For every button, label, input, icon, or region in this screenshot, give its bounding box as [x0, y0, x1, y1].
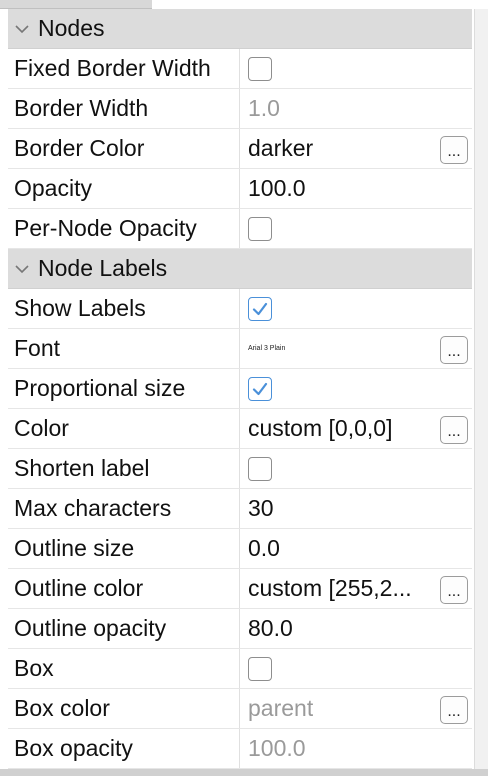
chevron-down-icon[interactable] [14, 21, 30, 37]
property-value: 100.0 [240, 729, 472, 768]
property-value: 1.0 [240, 89, 472, 128]
property-label: Color [8, 409, 240, 448]
property-value[interactable] [240, 369, 472, 408]
section-header-node-labels[interactable]: Node Labels [8, 249, 472, 289]
property-row-outline-opacity: Outline opacity 80.0 [8, 609, 472, 649]
property-label: Box opacity [8, 729, 240, 768]
top-tab [0, 0, 152, 9]
proportional-size-checkbox[interactable] [248, 376, 272, 401]
show-labels-checkbox[interactable] [248, 296, 272, 321]
property-label: Proportional size [8, 369, 240, 408]
property-value[interactable]: 100.0 [240, 169, 472, 208]
property-label: Outline opacity [8, 609, 240, 648]
box-opacity-value: 100.0 [248, 735, 306, 761]
property-label: Outline size [8, 529, 240, 568]
property-row-box-opacity: Box opacity 100.0 [8, 729, 472, 769]
property-row-box-color: Box color parent... [8, 689, 472, 729]
opacity-value: 100.0 [248, 175, 306, 201]
property-row-max-characters: Max characters 30 [8, 489, 472, 529]
property-row-border-color: Border Color darker... [8, 129, 472, 169]
checkmark-icon [252, 302, 268, 315]
property-row-opacity: Opacity 100.0 [8, 169, 472, 209]
properties-panel: Nodes Fixed Border Width Border Width 1.0 Bo… [0, 0, 488, 776]
color-edit-button[interactable]: ... [440, 416, 468, 444]
vertical-scrollbar[interactable] [474, 9, 488, 776]
font-value: Arial 3 Plain [248, 345, 286, 352]
color-value: custom [0,0,0] [248, 415, 393, 441]
section-title: Nodes [38, 15, 105, 41]
box-checkbox[interactable] [248, 656, 272, 681]
property-label: Fixed Border Width [8, 49, 240, 88]
property-row-show-labels: Show Labels [8, 289, 472, 329]
property-label: Show Labels [8, 289, 240, 328]
property-value[interactable]: darker... [240, 129, 472, 168]
property-row-border-width: Border Width 1.0 [8, 89, 472, 129]
border-color-value: darker [248, 135, 314, 161]
property-label: Outline color [8, 569, 240, 608]
per-node-opacity-checkbox[interactable] [248, 216, 272, 241]
section-title: Node Labels [38, 255, 168, 281]
property-list: Nodes Fixed Border Width Border Width 1.0 Bo… [8, 9, 472, 769]
max-characters-value: 30 [248, 495, 274, 521]
property-row-fixed-border-width: Fixed Border Width [8, 49, 472, 89]
box-color-value: parent [248, 695, 314, 721]
property-value[interactable]: 80.0 [240, 609, 472, 648]
section-header-nodes[interactable]: Nodes [8, 9, 472, 49]
property-label: Shorten label [8, 449, 240, 488]
chevron-down-icon[interactable] [14, 261, 30, 277]
property-row-box: Box [8, 649, 472, 689]
border-width-value: 1.0 [248, 95, 280, 121]
property-row-shorten-label: Shorten label [8, 449, 472, 489]
property-row-per-node-opacity: Per-Node Opacity [8, 209, 472, 249]
shorten-label-checkbox[interactable] [248, 456, 272, 481]
property-value[interactable]: 30 [240, 489, 472, 528]
outline-size-value: 0.0 [248, 535, 280, 561]
property-label: Border Color [8, 129, 240, 168]
outline-color-value: custom [255,2... [248, 575, 412, 601]
property-label: Per-Node Opacity [8, 209, 240, 248]
property-label: Max characters [8, 489, 240, 528]
property-value[interactable]: custom [0,0,0]... [240, 409, 472, 448]
property-value[interactable] [240, 649, 472, 688]
property-row-font: Font Arial 3 Plain... [8, 329, 472, 369]
property-value[interactable]: 0.0 [240, 529, 472, 568]
checkmark-icon [252, 382, 268, 395]
border-color-edit-button[interactable]: ... [440, 136, 468, 164]
property-value[interactable] [240, 49, 472, 88]
property-label: Border Width [8, 89, 240, 128]
property-row-proportional-size: Proportional size [8, 369, 472, 409]
property-row-outline-color: Outline color custom [255,2...... [8, 569, 472, 609]
outline-color-edit-button[interactable]: ... [440, 576, 468, 604]
box-color-edit-button[interactable]: ... [440, 696, 468, 724]
font-edit-button[interactable]: ... [440, 336, 468, 364]
property-label: Box color [8, 689, 240, 728]
property-row-color: Color custom [0,0,0]... [8, 409, 472, 449]
property-label: Font [8, 329, 240, 368]
property-value[interactable]: Arial 3 Plain... [240, 329, 472, 368]
property-label: Box [8, 649, 240, 688]
property-label: Opacity [8, 169, 240, 208]
property-value[interactable] [240, 209, 472, 248]
fixed-border-width-checkbox[interactable] [248, 56, 272, 81]
property-value[interactable]: custom [255,2...... [240, 569, 472, 608]
outline-opacity-value: 80.0 [248, 615, 293, 641]
property-value: parent... [240, 689, 472, 728]
property-row-outline-size: Outline size 0.0 [8, 529, 472, 569]
property-value[interactable] [240, 449, 472, 488]
property-value[interactable] [240, 289, 472, 328]
bottom-strip [0, 769, 488, 776]
